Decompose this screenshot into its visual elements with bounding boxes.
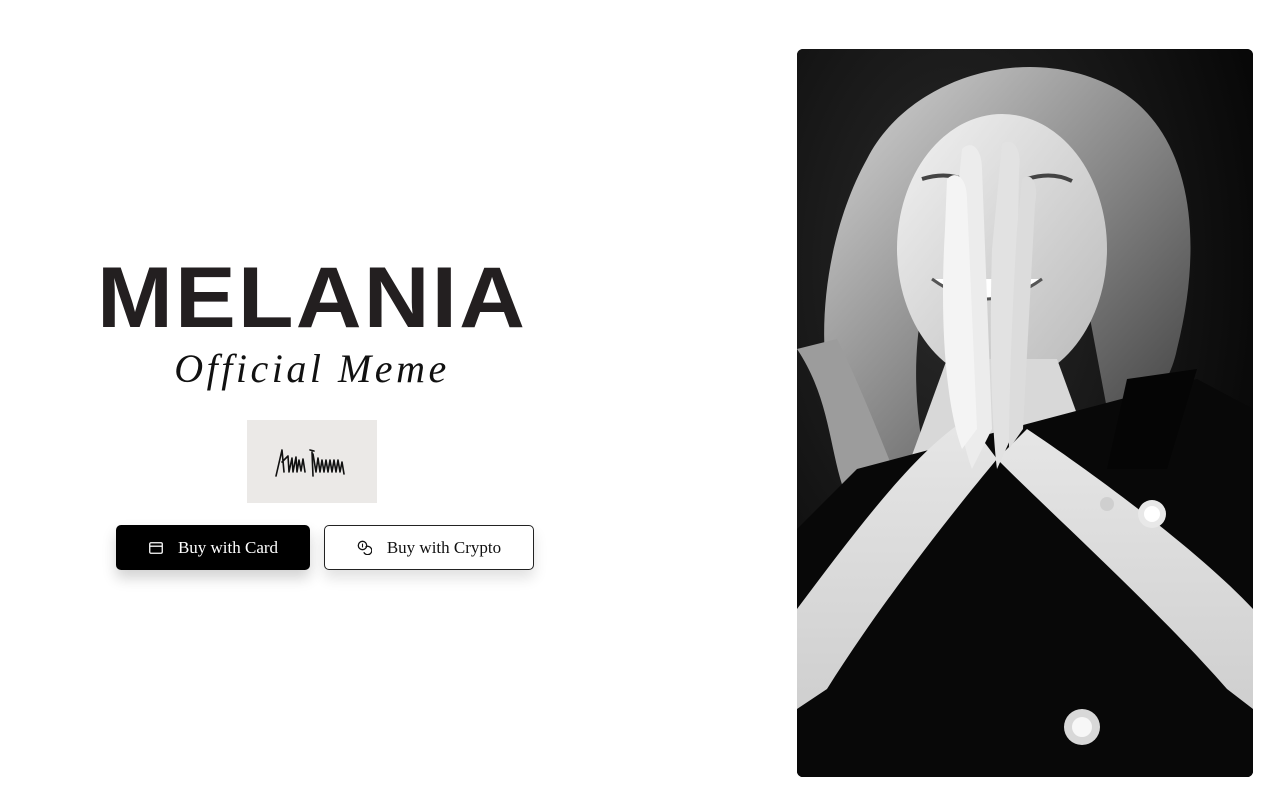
buy-with-crypto-button[interactable]: Buy with Crypto [324, 525, 534, 570]
portrait-illustration [797, 49, 1253, 777]
hero-section: MELANIA Official Meme [97, 255, 536, 503]
portrait-photo [797, 49, 1253, 777]
buy-with-card-button[interactable]: Buy with Card [116, 525, 310, 570]
page: MELANIA Official Meme Buy with Card Buy … [0, 0, 1280, 788]
buy-with-card-label: Buy with Card [177, 537, 279, 557]
page-title: MELANIA [96, 250, 528, 346]
credit-card-icon [148, 540, 164, 556]
page-subtitle: Official Meme [174, 346, 450, 391]
buy-with-crypto-label: Buy with Crypto [386, 537, 502, 557]
purchase-buttons: Buy with Card Buy with Crypto [116, 525, 534, 570]
signature-icon [275, 448, 345, 477]
signature-image [247, 420, 377, 503]
coins-icon [357, 540, 373, 556]
